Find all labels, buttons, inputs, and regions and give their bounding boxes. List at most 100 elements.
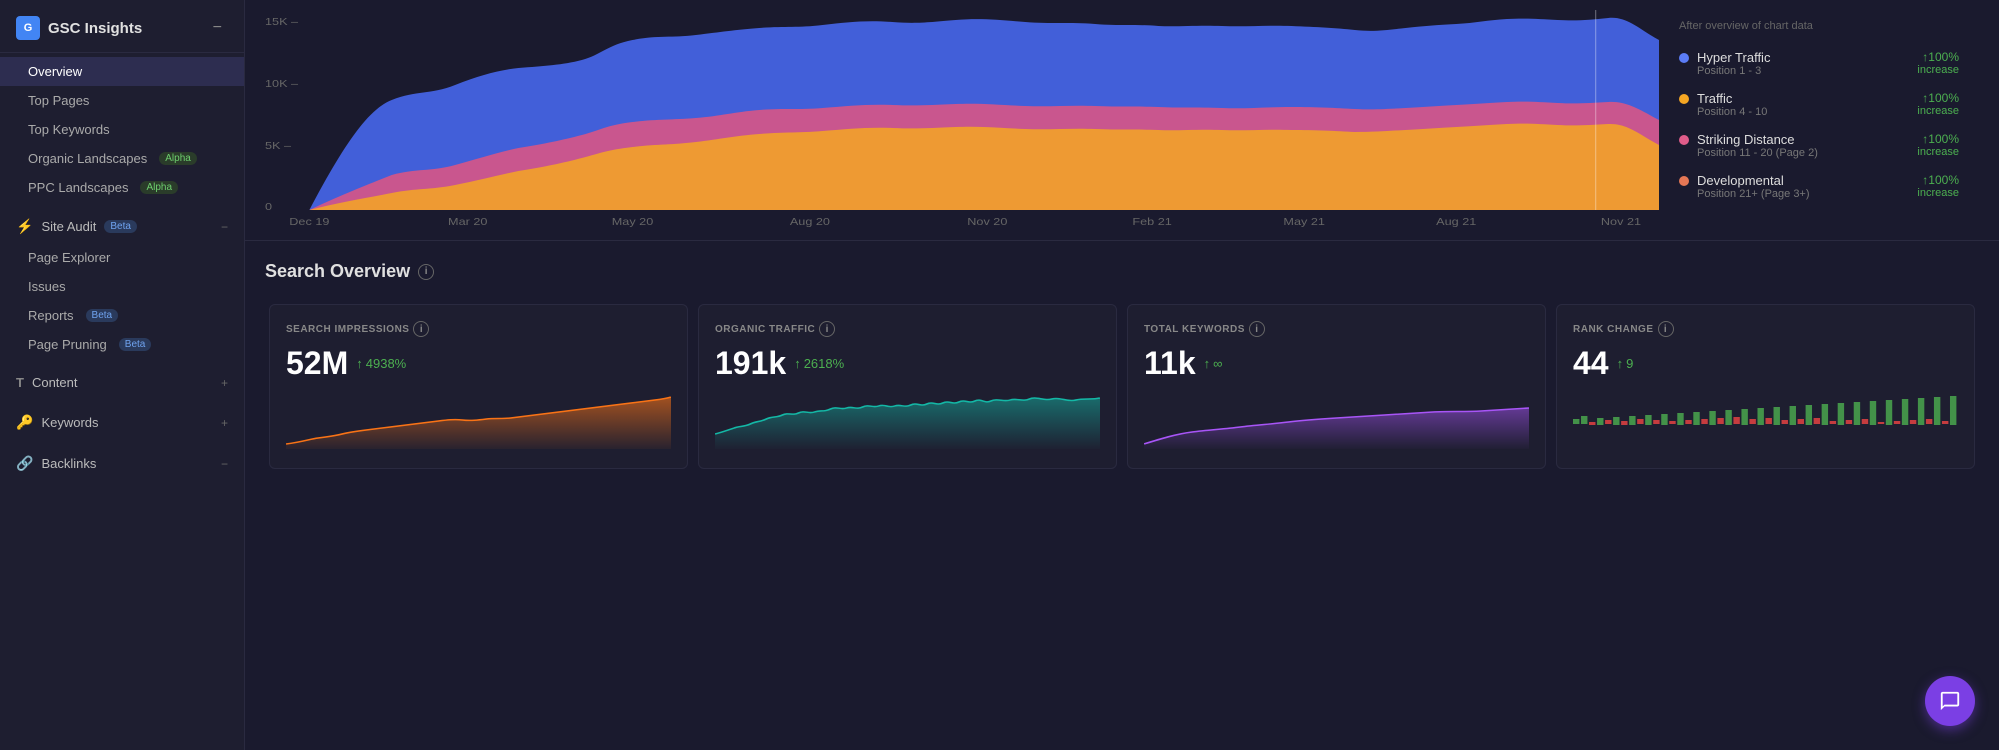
legend-name: Developmental — [1697, 173, 1810, 188]
keywords-header[interactable]: 🔑 Keywords + — [0, 406, 244, 439]
sidebar-item-label: Overview — [28, 64, 82, 79]
sidebar-item-top-pages[interactable]: Top Pages — [0, 86, 244, 115]
sidebar-section-site-audit: ⚡ Site Audit Beta − Page Explorer Issues… — [0, 206, 244, 363]
sidebar-section-backlinks: 🔗 Backlinks − — [0, 443, 244, 484]
site-audit-header[interactable]: ⚡ Site Audit Beta − — [0, 210, 244, 243]
info-icon[interactable]: i — [1249, 321, 1265, 337]
metric-value: 44 — [1573, 345, 1609, 382]
link-icon: 🔗 — [16, 455, 33, 472]
sidebar-item-label: Organic Landscapes — [28, 151, 147, 166]
svg-text:Feb 21: Feb 21 — [1132, 217, 1171, 228]
sidebar-item-issues[interactable]: Issues — [0, 272, 244, 301]
metric-value-row: 11k ↑ ∞ — [1144, 345, 1529, 382]
sidebar-item-organic-landscapes[interactable]: Organic Landscapes Alpha — [0, 144, 244, 173]
chart-wrapper: 15K – 10K – 5K – 0 Dec 19 Mar 20 May 20 … — [265, 10, 1659, 230]
beta-badge: Beta — [119, 338, 152, 351]
legend-change: ↑100% increase — [1917, 132, 1959, 158]
chart-svg-container: 15K – 10K – 5K – 0 Dec 19 Mar 20 May 20 … — [265, 10, 1659, 230]
brand: G GSC Insights — [16, 16, 142, 40]
sidebar-section-keywords: 🔑 Keywords + — [0, 402, 244, 443]
arrow-up-icon: ↑ — [1617, 356, 1624, 371]
legend-name: Traffic — [1697, 91, 1767, 106]
legend-item-traffic: Traffic Position 4 - 10 ↑100% increase — [1679, 91, 1959, 118]
metric-label: TOTAL KEYWORDS i — [1144, 321, 1529, 337]
traffic-dot — [1679, 94, 1689, 104]
svg-text:Mar 20: Mar 20 — [448, 217, 487, 228]
metric-value: 191k — [715, 345, 786, 382]
arrow-up-icon: ↑ — [356, 356, 363, 371]
info-icon[interactable]: i — [418, 264, 434, 280]
info-icon[interactable]: i — [1658, 321, 1674, 337]
metric-card-organic-traffic: ORGANIC TRAFFIC i 191k ↑ 2618% — [698, 304, 1117, 469]
change-pct: 2618% — [804, 356, 844, 371]
svg-text:Dec 19: Dec 19 — [289, 217, 329, 228]
legend-change: ↑100% increase — [1917, 173, 1959, 199]
beta-badge: Beta — [104, 220, 137, 233]
metric-change: ↑ 4938% — [356, 356, 406, 371]
sidebar-item-reports[interactable]: Reports Beta — [0, 301, 244, 330]
legend-title: After overview of chart data — [1679, 20, 1959, 32]
legend-item-developmental: Developmental Position 21+ (Page 3+) ↑10… — [1679, 173, 1959, 200]
legend-info: Striking Distance Position 11 - 20 (Page… — [1697, 132, 1818, 159]
content-header[interactable]: T Content + — [0, 367, 244, 398]
metric-value-row: 44 ↑ 9 — [1573, 345, 1958, 382]
chat-button[interactable] — [1925, 676, 1975, 726]
sidebar-collapse-button[interactable]: − — [207, 17, 228, 39]
legend-change: ↑100% increase — [1917, 91, 1959, 117]
change-pct: ∞ — [1213, 356, 1222, 371]
brand-icon: G — [16, 16, 40, 40]
content-title: Content — [32, 375, 78, 390]
alpha-badge: Alpha — [159, 152, 197, 165]
change-pct: 4938% — [366, 356, 406, 371]
svg-text:Nov 21: Nov 21 — [1601, 217, 1641, 228]
chart-area: 15K – 10K – 5K – 0 Dec 19 Mar 20 May 20 … — [245, 0, 1999, 241]
rank-sparkline — [1573, 394, 1958, 449]
metric-card-rank-change: RANK CHANGE i 44 ↑ 9 — [1556, 304, 1975, 469]
svg-text:Aug 20: Aug 20 — [790, 217, 830, 228]
metric-value-row: 191k ↑ 2618% — [715, 345, 1100, 382]
sidebar-item-ppc-landscapes[interactable]: PPC Landscapes Alpha — [0, 173, 244, 202]
svg-text:Aug 21: Aug 21 — [1436, 217, 1476, 228]
sidebar-header: G GSC Insights − — [0, 0, 244, 53]
hyper-traffic-dot — [1679, 53, 1689, 63]
chart-legend: After overview of chart data Hyper Traff… — [1659, 10, 1979, 230]
info-icon[interactable]: i — [819, 321, 835, 337]
section-left: 🔑 Keywords — [16, 414, 99, 431]
alpha-badge: Alpha — [140, 181, 178, 194]
metric-label: SEARCH IMPRESSIONS i — [286, 321, 671, 337]
legend-item-hyper-traffic: Hyper Traffic Position 1 - 3 ↑100% incre… — [1679, 50, 1959, 77]
section-left: T Content — [16, 375, 78, 390]
sidebar-item-top-keywords[interactable]: Top Keywords — [0, 115, 244, 144]
sidebar-item-page-explorer[interactable]: Page Explorer — [0, 243, 244, 272]
sidebar-item-overview[interactable]: Overview — [0, 57, 244, 86]
legend-sub: Position 1 - 3 — [1697, 65, 1770, 77]
main-content: 15K – 10K – 5K – 0 Dec 19 Mar 20 May 20 … — [245, 0, 1999, 750]
info-icon[interactable]: i — [413, 321, 429, 337]
keywords-sparkline — [1144, 394, 1529, 449]
plus-icon: + — [221, 416, 228, 430]
search-overview-section: Search Overview i SEARCH IMPRESSIONS i 5… — [245, 241, 1999, 483]
metric-label-text: SEARCH IMPRESSIONS — [286, 324, 409, 335]
text-icon: T — [16, 375, 24, 390]
svg-text:May 20: May 20 — [612, 217, 654, 228]
backlinks-title: Backlinks — [41, 456, 96, 471]
metric-label: ORGANIC TRAFFIC i — [715, 321, 1100, 337]
metrics-grid: SEARCH IMPRESSIONS i 52M ↑ 4938% — [265, 300, 1979, 473]
metric-change: ↑ ∞ — [1204, 356, 1223, 371]
main-chart-svg: 15K – 10K – 5K – 0 Dec 19 Mar 20 May 20 … — [265, 10, 1659, 230]
metric-change: ↑ 9 — [1617, 356, 1634, 371]
search-overview-heading: Search Overview i — [265, 261, 1979, 282]
svg-text:5K –: 5K – — [265, 141, 292, 152]
arrow-up-icon: ↑ — [794, 356, 801, 371]
metric-label-text: TOTAL KEYWORDS — [1144, 324, 1245, 335]
metric-label: RANK CHANGE i — [1573, 321, 1958, 337]
brand-title: GSC Insights — [48, 20, 142, 37]
sidebar-item-label: Page Explorer — [28, 250, 110, 265]
sidebar-item-page-pruning[interactable]: Page Pruning Beta — [0, 330, 244, 359]
metric-label-text: ORGANIC TRAFFIC — [715, 324, 815, 335]
backlinks-header[interactable]: 🔗 Backlinks − — [0, 447, 244, 480]
organic-sparkline — [715, 394, 1100, 449]
section-left: ⚡ Site Audit Beta — [16, 218, 137, 235]
sidebar-item-label: PPC Landscapes — [28, 180, 128, 195]
metric-card-total-keywords: TOTAL KEYWORDS i 11k ↑ ∞ — [1127, 304, 1546, 469]
